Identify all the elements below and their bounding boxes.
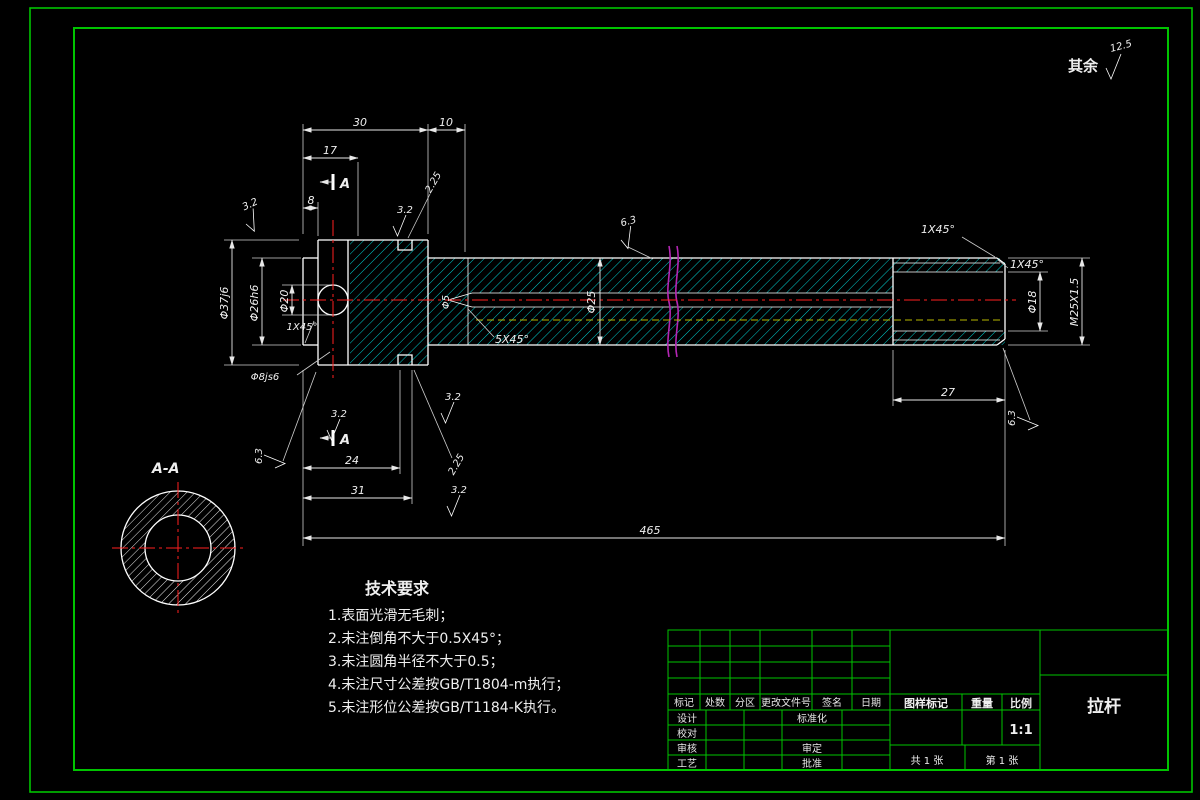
dim-30: 30	[353, 116, 367, 129]
dim-17: 17	[323, 144, 337, 157]
roughness-value: 3.2	[445, 392, 461, 403]
tech-item: 2.未注倒角不大于0.5X45°；	[328, 631, 510, 647]
corner-note-label: 其余	[1068, 57, 1099, 75]
cad-drawing-page: 30 10 17 8 2.25 2.25 Φ37j6 Φ26h6 Φ20 Φ8j…	[0, 0, 1200, 800]
tb-role: 审定	[802, 742, 822, 755]
tb-role: 审核	[677, 742, 697, 755]
roughness-icon: 3.2	[446, 485, 467, 518]
corner-note-value: 12.5	[1109, 39, 1133, 55]
dim-dia25: Φ25	[585, 291, 598, 314]
roughness-value: 6.3	[254, 448, 265, 464]
roughness-icon: 3.2	[440, 392, 461, 425]
roughness-icon: 6.3	[1007, 410, 1040, 431]
roughness-icon: 3.2	[392, 205, 413, 238]
dim-chamfer-top-right: 1X45°	[921, 223, 955, 236]
roughness-icon: 6.3	[254, 448, 287, 469]
tb-role: 标准化	[797, 712, 827, 725]
section-view-aa: A-A	[112, 461, 245, 614]
tb-scale-value: 1:1	[1009, 723, 1032, 738]
dim-dia8: Φ8js6	[251, 372, 280, 383]
tech-item: 4.未注尺寸公差按GB/T1804-m执行；	[328, 677, 569, 693]
tech-item: 3.未注圆角半径不大于0.5；	[328, 654, 504, 670]
dim-groove-bottom: 2.25	[447, 452, 468, 477]
dim-465: 465	[640, 524, 661, 537]
dim-8: 8	[308, 194, 315, 207]
tech-item: 5.未注形位公差按GB/T1184-K执行。	[328, 700, 565, 716]
tb-role: 批准	[802, 757, 822, 770]
tb-header: 日期	[861, 697, 881, 709]
tb-header: 处数	[705, 696, 725, 709]
dim-chamfer-right: 1X45°	[1010, 258, 1044, 271]
dim-10: 10	[439, 116, 453, 129]
dim-thread: M25X1.5	[1068, 278, 1081, 327]
tech-item: 1.表面光滑无毛刺；	[328, 607, 453, 624]
tb-role: 校对	[677, 727, 697, 740]
roughness-value: 6.3	[619, 215, 637, 230]
roughness-value: 3.2	[451, 485, 467, 496]
border-frame	[29, 7, 1193, 793]
dim-27: 27	[941, 386, 955, 399]
roughness-icon: 6.3	[619, 215, 638, 250]
dim-dia26: Φ26h6	[248, 285, 261, 322]
dim-groove-top: 2.25	[424, 170, 445, 195]
corner-note: 其余 12.5	[1068, 39, 1133, 81]
roughness-icon: 3.2	[241, 197, 260, 233]
roughness-value: 3.2	[331, 409, 347, 420]
dim-dia20: Φ20	[278, 290, 291, 313]
tb-header: 更改文件号	[761, 696, 811, 709]
section-cut-marks: A A	[319, 174, 350, 448]
dim-31: 31	[351, 484, 365, 497]
section-view-label: A-A	[151, 461, 179, 477]
dim-dia5: Φ5	[441, 295, 452, 309]
tb-scale-header: 比例	[1010, 696, 1032, 710]
dim-dia37: Φ37j6	[218, 287, 231, 320]
tech-title: 技术要求	[365, 579, 430, 598]
drawing-canvas: 30 10 17 8 2.25 2.25 Φ37j6 Φ26h6 Φ20 Φ8j…	[29, 7, 1193, 793]
tb-sheet-no: 第 1 张	[986, 754, 1019, 767]
dim-chamfer-bore: 5X45°	[495, 333, 529, 346]
roughness-value: 3.2	[241, 197, 260, 214]
tb-mark-header: 图样标记	[904, 696, 948, 710]
section-mark-bottom: A	[339, 433, 350, 448]
tb-header: 标记	[674, 697, 694, 709]
dim-dia18: Φ18	[1026, 291, 1039, 314]
title-block: 标记 处数 分区 更改文件号 签名 日期 设计 校对 审核 工艺 标准化 审定 …	[667, 629, 1169, 771]
tech-requirements: 技术要求 1.表面光滑无毛刺； 2.未注倒角不大于0.5X45°； 3.未注圆角…	[328, 579, 569, 716]
tb-sheets-total: 共 1 张	[911, 755, 944, 767]
tb-role: 工艺	[677, 758, 697, 770]
tb-weight-header: 重量	[971, 696, 993, 710]
tb-role: 设计	[677, 712, 697, 725]
tb-header: 签名	[822, 696, 842, 709]
dim-chamfer-left: 1X45°	[287, 322, 318, 333]
section-mark-top: A	[339, 177, 350, 192]
tb-header: 分区	[735, 697, 755, 709]
roughness-value: 3.2	[397, 205, 413, 216]
tb-part-name: 拉杆	[1087, 696, 1121, 717]
roughness-icon: 12.5	[1105, 39, 1133, 81]
dim-24: 24	[345, 454, 359, 467]
roughness-value: 6.3	[1007, 410, 1018, 426]
